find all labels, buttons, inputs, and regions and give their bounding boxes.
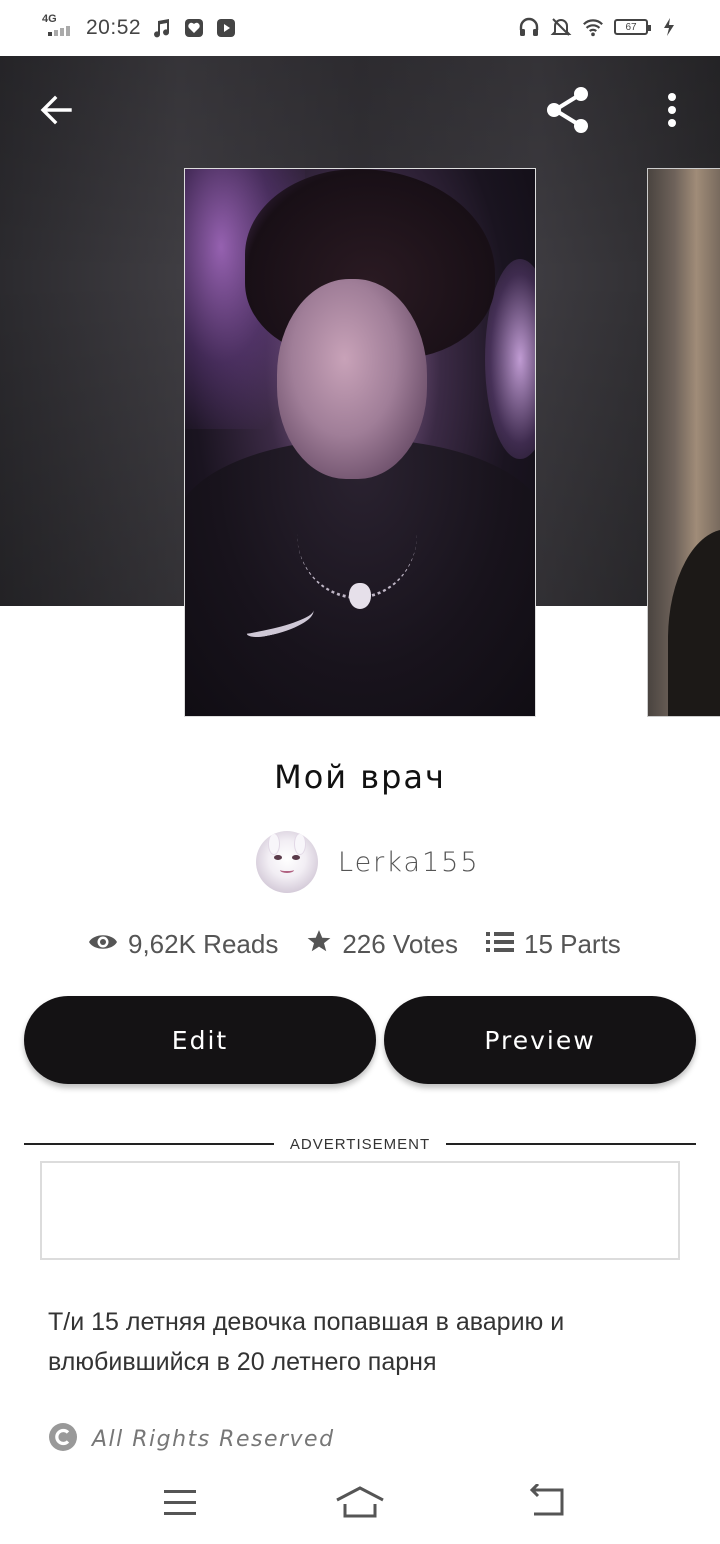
- arrow-left-icon: [38, 92, 74, 133]
- next-story-cover-image[interactable]: [647, 168, 720, 717]
- story-stats: 9,62K Reads 226 Votes 15 Parts: [88, 928, 621, 961]
- battery-icon: 67: [614, 19, 651, 35]
- battery-level: 67: [625, 21, 637, 33]
- recent-apps-button[interactable]: [150, 1476, 210, 1532]
- votes-count: 226 Votes: [342, 929, 458, 959]
- share-icon: [543, 85, 593, 140]
- copyright-icon: [48, 1422, 78, 1457]
- clock: 20:52: [86, 16, 142, 39]
- charging-icon: [658, 16, 680, 38]
- shield-heart-icon: [183, 17, 205, 39]
- back-icon: [528, 1482, 568, 1525]
- story-cover-image[interactable]: [184, 168, 536, 717]
- copyright-row: All Rights Reserved: [48, 1422, 335, 1457]
- reads-stat: 9,62K Reads: [88, 929, 278, 960]
- home-icon: [335, 1484, 385, 1525]
- votes-stat: 226 Votes: [306, 928, 458, 961]
- edit-button[interactable]: Edit: [24, 996, 376, 1084]
- more-vertical-icon: [666, 92, 678, 133]
- author-name[interactable]: Lerka155: [338, 847, 480, 878]
- avatar[interactable]: [256, 831, 318, 893]
- network-type: 4G: [42, 13, 57, 25]
- share-button[interactable]: [542, 86, 594, 138]
- advertisement-label: ADVERTISEMENT: [289, 1135, 431, 1153]
- menu-icon: [162, 1487, 198, 1522]
- back-button[interactable]: [30, 86, 82, 138]
- wifi-icon: [582, 16, 604, 38]
- headphones-icon: [518, 16, 540, 38]
- parts-stat[interactable]: 15 Parts: [485, 929, 621, 960]
- home-button[interactable]: [330, 1476, 390, 1532]
- story-description: Т/и 15 летняя девочка попавшая в аварию …: [48, 1308, 565, 1376]
- play-icon: [215, 17, 237, 39]
- advertisement-divider: ADVERTISEMENT: [24, 1133, 696, 1155]
- status-bar: 4G 20:52 67: [0, 0, 720, 56]
- system-back-button[interactable]: [518, 1476, 578, 1532]
- reads-count: 9,62K Reads: [128, 929, 279, 959]
- bell-off-icon: [550, 16, 572, 38]
- author-link[interactable]: Lerka155: [256, 831, 480, 893]
- music-note-icon: [151, 17, 173, 39]
- list-icon: [485, 929, 514, 960]
- advertisement-slot[interactable]: [40, 1161, 680, 1260]
- parts-count[interactable]: 15 Parts: [524, 929, 621, 960]
- star-icon: [306, 928, 332, 961]
- system-navigation-bar: [0, 1464, 720, 1544]
- preview-button[interactable]: Preview: [384, 996, 696, 1084]
- eye-icon: [88, 929, 118, 960]
- more-options-button[interactable]: [646, 86, 698, 138]
- copyright-text: All Rights Reserved: [92, 1427, 335, 1452]
- story-title: Мой врач: [274, 758, 446, 796]
- network-signal-icon: 4G: [42, 14, 76, 42]
